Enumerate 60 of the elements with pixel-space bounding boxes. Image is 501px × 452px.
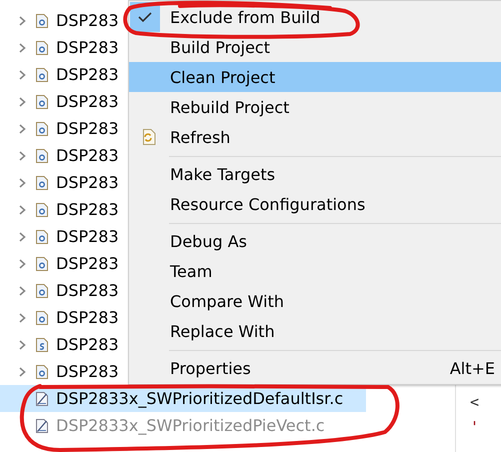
menu-item[interactable]: Exclude from Build [129,2,501,32]
menu-item[interactable]: Replace With [129,316,501,346]
c-file-icon [36,176,48,190]
file-name[interactable]: DSP283 [56,65,119,84]
file-name[interactable]: DSP283 [56,254,119,273]
expand-chevron-icon[interactable] [19,312,26,322]
menu-item[interactable]: Make Targets [129,159,501,189]
expand-chevron-icon[interactable] [19,70,26,80]
c-file-icon [36,256,48,270]
c-file-icon [36,284,48,298]
menu-item[interactable]: Properties Alt+E [129,353,501,383]
file-name[interactable]: DSP283 [56,173,119,192]
file-name[interactable]: DSP283 [56,227,119,246]
expand-chevron-icon[interactable] [19,286,26,296]
c-file-icon [36,230,48,244]
menu-item[interactable]: Team [129,256,501,286]
file-name[interactable]: DSP283 [56,335,119,354]
code-text: < [470,392,480,413]
file-name[interactable]: DSP283 [56,92,119,111]
expand-chevron-icon[interactable] [19,366,26,376]
menu-item[interactable]: Resource Configurations [129,189,501,219]
file-name[interactable]: DSP283 [56,146,119,165]
code-text: ' [470,417,480,438]
expand-chevron-icon[interactable] [19,340,26,350]
menu-item[interactable]: Refresh [129,122,501,152]
file-name[interactable]: DSP2833x_SWPrioritizedDefaultIsr.c [56,389,344,408]
c-file-icon [36,148,48,162]
expand-chevron-icon[interactable] [19,204,26,214]
menu-item[interactable]: Build Project [129,32,501,62]
c-file-icon [36,202,48,216]
c-file-icon [36,68,48,82]
c-file-icon [36,364,48,378]
asm-file-icon [36,338,48,352]
excluded-file-icon [36,418,48,432]
expand-chevron-icon[interactable] [19,96,26,106]
expand-chevron-icon[interactable] [19,124,26,134]
file-name[interactable]: DSP283 [56,362,119,381]
menu-item[interactable]: Compare With [129,286,501,316]
c-file-icon [36,94,48,108]
c-file-icon [36,40,48,54]
c-file-icon [36,14,48,28]
expand-chevron-icon[interactable] [19,178,26,188]
refresh-icon [140,129,156,145]
expand-chevron-icon[interactable] [19,232,26,242]
menu-item[interactable]: Clean Project [129,62,501,92]
menu-item[interactable]: Debug As [129,226,501,256]
expand-chevron-icon[interactable] [19,258,26,268]
file-name[interactable]: DSP283 [56,200,119,219]
expand-chevron-icon[interactable] [19,150,26,160]
c-file-icon [36,122,48,136]
file-name[interactable]: DSP283 [56,38,119,57]
expand-chevron-icon[interactable] [19,42,26,52]
file-name[interactable]: DSP283 [56,119,119,138]
menu-item[interactable]: Rebuild Project [129,92,501,122]
c-file-icon [36,310,48,324]
expand-chevron-icon[interactable] [19,16,26,26]
excluded-file-icon [36,392,48,406]
file-name[interactable]: DSP283 [56,308,119,327]
file-name[interactable]: DSP283 [56,281,119,300]
file-name[interactable]: DSP283 [56,11,119,30]
